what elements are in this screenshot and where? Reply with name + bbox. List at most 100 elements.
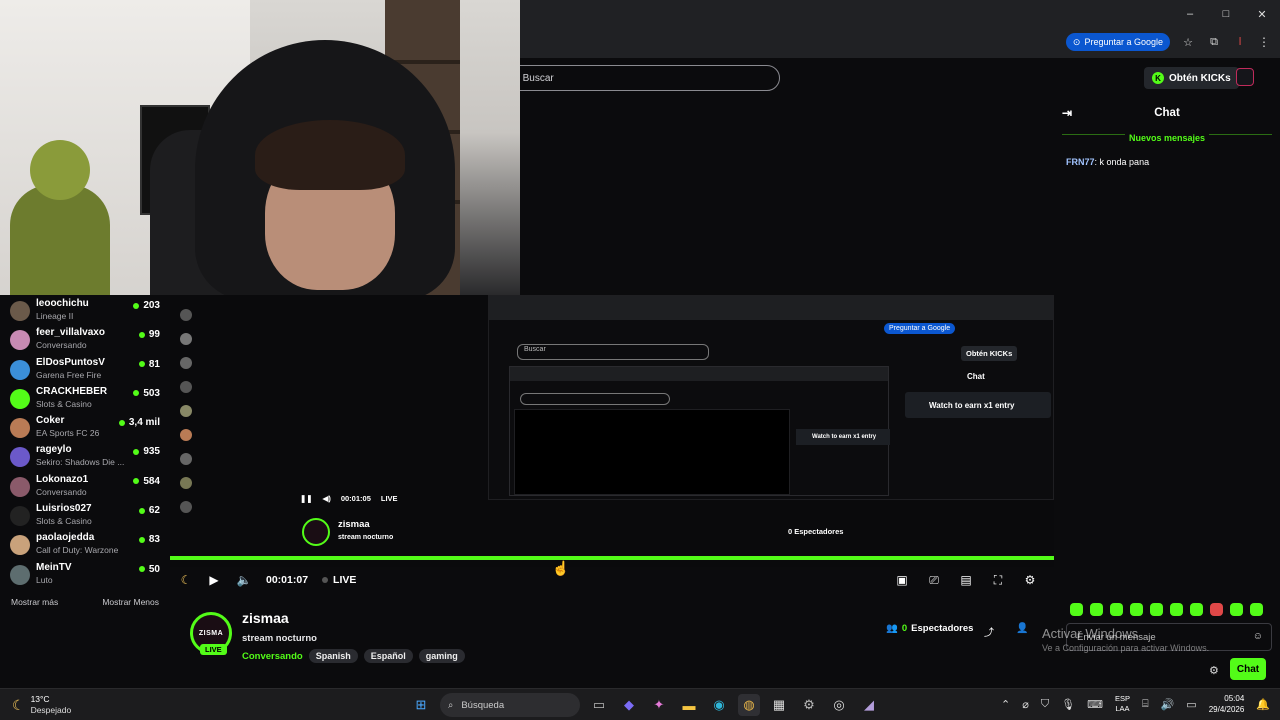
player-right-controls: ▣ ⎚ ▤ ⛶ ⚙ xyxy=(892,570,1054,590)
emoji-icon[interactable]: ☺ xyxy=(1253,631,1263,642)
emote-icon[interactable] xyxy=(1250,603,1263,616)
emote-icon[interactable] xyxy=(1230,603,1243,616)
tray-app-icon[interactable]: ⌀ xyxy=(1022,698,1029,711)
volume-tray-icon[interactable]: 🔊 xyxy=(1161,698,1175,711)
chat-app-icon[interactable]: ◆ xyxy=(618,694,640,716)
share-icon[interactable]: ⤴ xyxy=(984,624,994,639)
emote-icon[interactable] xyxy=(1150,603,1163,616)
following-item[interactable]: MeinTV Luto 50 xyxy=(0,559,170,588)
stream-category[interactable]: Conversando xyxy=(242,651,303,662)
extensions-icon[interactable]: ⧉ xyxy=(1206,34,1222,50)
store-icon[interactable]: ▦ xyxy=(768,694,790,716)
copilot-icon[interactable]: ✦ xyxy=(648,694,670,716)
battery-icon[interactable]: ▭ xyxy=(1186,698,1196,711)
language-indicator[interactable]: ESP LAA xyxy=(1115,694,1130,714)
chat-send-button[interactable]: Chat xyxy=(1230,658,1266,680)
edge-icon[interactable]: ◉ xyxy=(708,694,730,716)
show-more-button[interactable]: Mostrar más xyxy=(11,597,58,607)
viewer-count: 👥 0 Espectadores xyxy=(886,623,973,634)
profile-icon[interactable]: ǀ xyxy=(1232,34,1248,50)
file-explorer-icon[interactable]: ▬ xyxy=(678,694,700,716)
microphone-icon[interactable]: 🎙 xyxy=(1061,698,1075,711)
emote-icon[interactable] xyxy=(1170,603,1183,616)
following-item[interactable]: feer_villalvaxo Conversando 99 xyxy=(0,324,170,353)
chrome-icon[interactable]: ◍ xyxy=(738,694,760,716)
live-dot-icon xyxy=(133,302,140,309)
show-less-button[interactable]: Mostrar Menos xyxy=(102,597,159,607)
settings-app-icon[interactable]: ⚙ xyxy=(798,694,820,716)
viewer-count: 935 xyxy=(133,446,160,457)
app-icon[interactable]: ◢ xyxy=(858,694,880,716)
user-avatar[interactable] xyxy=(1236,68,1254,86)
following-item[interactable]: Lokonazo1 Conversando 584 xyxy=(0,471,170,500)
video-player[interactable]: Buscar Preguntar a Google Obtén KICKs Ch… xyxy=(170,295,1054,567)
chat-username[interactable]: FRN77 xyxy=(1066,157,1095,167)
progress-bar[interactable] xyxy=(170,556,1054,560)
following-item[interactable]: Coker EA Sports FC 26 3,4 mil xyxy=(0,412,170,441)
pip-icon[interactable]: ▤ xyxy=(956,570,976,590)
following-item[interactable]: ElDosPuntosV Garena Free Fire 81 xyxy=(0,354,170,383)
chat-title: Chat xyxy=(1154,107,1180,119)
avatar xyxy=(10,447,30,468)
nested-screen-1: Buscar Preguntar a Google Obtén KICKs Ch… xyxy=(488,295,1054,500)
live-badge: LIVE xyxy=(200,644,227,655)
ask-google-button[interactable]: ⊙ Preguntar a Google xyxy=(1065,33,1170,51)
streamer-category: Garena Free Fire xyxy=(36,369,102,380)
get-kicks-button[interactable]: K Obtén KICKs xyxy=(1144,67,1239,89)
taskbar-search[interactable]: ⌕ Búsqueda xyxy=(440,693,580,717)
emote-icon[interactable] xyxy=(1190,603,1203,616)
emote-icon[interactable] xyxy=(1210,603,1223,616)
notifications-icon[interactable]: 🔔 xyxy=(1256,698,1270,711)
task-view-icon[interactable]: ▭ xyxy=(588,694,610,716)
tag-espanol[interactable]: Español xyxy=(363,649,413,663)
play-button[interactable]: ▶ xyxy=(204,570,224,590)
emote-icon[interactable] xyxy=(1090,603,1103,616)
channel-name[interactable]: zismaa xyxy=(242,610,289,626)
maximize-button[interactable]: □ xyxy=(1208,0,1244,28)
windows-start-icon[interactable]: ⊞ xyxy=(410,694,432,716)
google-lens-icon: ⊙ xyxy=(1072,36,1081,47)
obs-icon[interactable]: ◎ xyxy=(828,694,850,716)
theatre-mode-icon[interactable]: ▣ xyxy=(892,570,912,590)
bookmark-star-icon[interactable]: ☆ xyxy=(1180,34,1196,50)
following-item[interactable]: Luisrios027 Slots & Casino 62 xyxy=(0,500,170,529)
network-icon[interactable]: ⌸ xyxy=(1142,698,1149,711)
tray-shield-icon[interactable]: ⛉ xyxy=(1041,698,1049,711)
following-item[interactable]: rageylo Sekiro: Shadows Die ... 935 xyxy=(0,441,170,470)
following-item[interactable]: leoochichu Lineage II 203 xyxy=(0,295,170,324)
following-item[interactable]: paolaojedda Call of Duty: Warzone 83 xyxy=(0,529,170,558)
more-menu-icon[interactable]: ⋮ xyxy=(1258,35,1270,49)
close-button[interactable]: ✕ xyxy=(1244,0,1280,28)
streamer-name: leoochichu xyxy=(36,298,89,309)
fullscreen-icon[interactable]: ⛶ xyxy=(988,570,1008,590)
chat-settings-icon[interactable]: ⚙ xyxy=(1209,664,1219,677)
streamer-name: feer_villalvaxo xyxy=(36,327,105,339)
clock[interactable]: 05:04 29/4/2026 xyxy=(1209,693,1245,715)
following-item-text: paolaojedda Call of Duty: Warzone xyxy=(36,532,139,555)
following-buttons: Mostrar más Mostrar Menos xyxy=(0,597,170,607)
weather-widget[interactable]: ☾ 13°C Despejado xyxy=(12,694,71,716)
live-label: LIVE xyxy=(333,574,357,586)
keyboard-icon[interactable]: ⌨ xyxy=(1087,698,1103,711)
nested-google-button: Preguntar a Google xyxy=(884,323,956,334)
following-item[interactable]: CRACKHEBER Slots & Casino 503 xyxy=(0,383,170,412)
search-input[interactable]: ⌕ Buscar xyxy=(500,65,780,91)
live-indicator[interactable]: LIVE xyxy=(322,574,356,586)
follow-user-icon[interactable]: 👤 xyxy=(1016,623,1028,634)
tag-spanish[interactable]: Spanish xyxy=(308,649,358,663)
emote-icon[interactable] xyxy=(1070,603,1083,616)
collapse-chat-icon[interactable]: ⇥ xyxy=(1062,106,1072,120)
live-dot-icon xyxy=(133,390,140,397)
emote-icon[interactable] xyxy=(1130,603,1143,616)
windows-taskbar: ☾ 13°C Despejado ⊞ ⌕ Búsqueda ▭ ◆ ✦ ▬ ◉ … xyxy=(0,688,1280,720)
volume-button[interactable]: 🔈 xyxy=(234,570,254,590)
emote-icon[interactable] xyxy=(1110,603,1123,616)
clip-icon[interactable]: ⎚ xyxy=(924,570,944,590)
minimize-button[interactable]: – xyxy=(1172,0,1208,28)
taskbar-apps: ⊞ ⌕ Búsqueda ▭ ◆ ✦ ▬ ◉ ◍ ▦ ⚙ ◎ ◢ xyxy=(410,693,880,717)
streamer-name: paolaojedda xyxy=(36,532,95,544)
tag-gaming[interactable]: gaming xyxy=(418,649,465,663)
webcam-overlay xyxy=(0,0,520,295)
settings-icon[interactable]: ⚙ xyxy=(1020,570,1040,590)
tray-chevron-icon[interactable]: ⌃ xyxy=(1001,698,1010,711)
